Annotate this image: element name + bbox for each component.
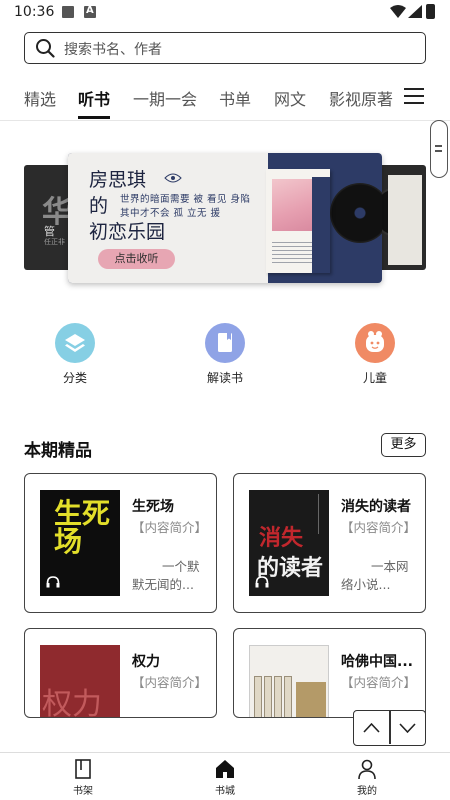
tab-featured[interactable]: 精选 [24,86,56,110]
tabs-divider [0,120,450,121]
side-drawer-handle[interactable] [430,120,448,178]
child-icon [355,323,395,363]
nav-label: 书架 [73,786,93,797]
bookshelf-icon [73,758,93,780]
book-icon [205,323,245,363]
scroll-controls [353,710,426,746]
book-desc-head: 【内容简介】 [132,520,208,535]
banner-title-line: 初恋乐园 [89,221,166,243]
battery-icon [426,4,435,19]
book-title: 消失的读者 [341,499,411,515]
menu-icon[interactable] [404,87,424,105]
tab-web-novels[interactable]: 网文 [274,86,306,110]
scroll-down-button[interactable] [390,711,425,744]
signal-icon [408,5,422,18]
tab-audiobooks[interactable]: 听书 [78,86,110,110]
banner-main-slide[interactable]: 房思琪 的 初恋乐园 世界的暗面需要 被 看见 身陷其中才不会 孤 立无 援 点… [68,153,382,283]
nav-bookshelf[interactable]: 书架 [53,758,113,797]
quick-link-categories[interactable]: 分类 [35,323,115,386]
chevron-up-icon [363,722,380,733]
album-sleeve-image [388,175,422,265]
book-title: 哈佛中国... [341,654,413,670]
cover-title-text: 权力 [42,687,102,718]
bottom-nav-divider [0,752,450,753]
nav-label: 我的 [357,786,377,797]
book-title: 生死场 [132,499,174,515]
headphone-icon [255,576,269,588]
active-tab-indicator [78,116,110,119]
quick-link-label: 儿童 [362,371,387,385]
cover-title-text: 生死场 [54,497,111,558]
cover-title-red-text: 消失 [259,526,304,551]
chevron-down-icon [399,723,416,734]
a-notification-icon [84,5,96,18]
book-spine-image [312,177,330,273]
book-card[interactable]: 哈佛中国... 【内容简介】 [233,628,426,718]
book-cover: 生死场 [40,490,120,596]
nav-profile[interactable]: 我的 [337,758,397,797]
book-desc-body: 一个默默无闻的... [132,559,200,592]
book-desc-head: 【内容简介】 [341,520,417,535]
search-icon [36,39,55,58]
book-cover [249,645,329,717]
layers-icon [55,323,95,363]
quick-link-label: 解读书 [206,371,243,385]
banner-prev-author: 任正非 [44,238,65,246]
book-desc-body: 一本网络小说... [341,559,409,592]
nav-label: 书城 [215,786,235,797]
status-bar: 10:36 [0,0,450,26]
quick-link-interpretations[interactable]: 解读书 [185,323,265,386]
vinyl-record-image [330,183,382,243]
wifi-icon [390,5,406,18]
book-card[interactable]: 权力 权力 【内容简介】 [24,628,217,718]
scroll-up-button[interactable] [354,711,389,744]
tab-film-originals[interactable]: 影视原著 [329,86,393,110]
search-bar[interactable]: 搜索书名、作者 [24,32,426,64]
home-icon [215,758,235,780]
category-tabs: 精选 听书 一期一会 书单 网文 影视原著 [0,78,450,120]
search-placeholder: 搜索书名、作者 [64,42,162,58]
section-title: 本期精品 [24,441,92,461]
headphone-icon [46,576,60,588]
more-button[interactable]: 更多 [381,433,426,457]
book-desc-head: 【内容简介】 [341,675,417,690]
banner-tagline: 世界的暗面需要 被 看见 身陷其中才不会 孤 立无 援 [120,194,251,219]
book-title: 权力 [132,654,160,670]
listen-now-button[interactable]: 点击收听 [98,249,175,269]
book-card[interactable]: 生死场 生死场 【内容简介】 一个默默无闻的... [24,473,217,613]
book-cover: 权力 [40,645,120,718]
book-card[interactable]: 消失 的读者 消失的读者 【内容简介】 一本网络小说... [233,473,426,613]
tab-booklists[interactable]: 书单 [219,86,251,110]
quick-link-label: 分类 [62,371,87,385]
eye-icon [164,173,182,183]
book-desc-head: 【内容简介】 [132,675,208,690]
status-time: 10:36 [14,4,55,20]
quick-link-children[interactable]: 儿童 [335,323,415,386]
image-notification-icon [62,6,74,18]
nav-bookstore[interactable]: 书城 [195,758,255,797]
profile-icon [357,758,377,780]
book-cover: 消失 的读者 [249,490,329,596]
tab-ichigo-ichie[interactable]: 一期一会 [133,86,197,110]
